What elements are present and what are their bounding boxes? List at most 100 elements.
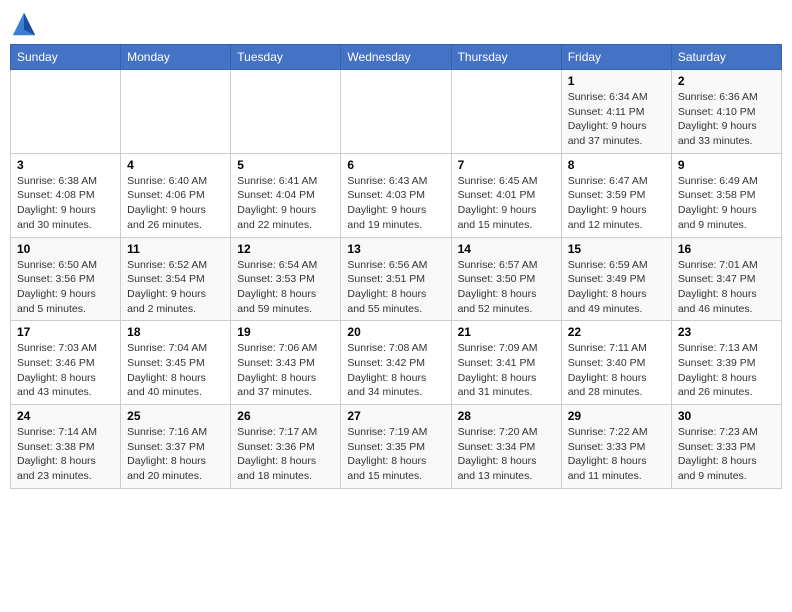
calendar-day-cell: 16Sunrise: 7:01 AM Sunset: 3:47 PM Dayli…: [671, 237, 781, 321]
day-number: 16: [678, 242, 775, 256]
calendar-week-row: 10 Sunrise: 6:50 AM Sunset: 3:56 PM Dayli…: [11, 237, 782, 321]
day-number: 4: [127, 158, 224, 172]
calendar-week-row: 1 Sunrise: 6:34 AM Sunset: 4:11 PM Daylig…: [11, 70, 782, 154]
day-number: 8: [568, 158, 665, 172]
day-number: 6: [347, 158, 444, 172]
day-number: 25: [127, 409, 224, 423]
calendar-day-cell: [231, 70, 341, 154]
day-info: Sunrise: 7:19 AM Sunset: 3:35 PM Dayligh…: [347, 425, 444, 484]
day-number: 26: [237, 409, 334, 423]
day-number: 9: [678, 158, 775, 172]
day-info: Sunrise: 7:14 AM Sunset: 3:38 PM Dayligh…: [17, 425, 114, 484]
calendar-week-row: 24 Sunrise: 7:14 AM Sunset: 3:38 PM Dayli…: [11, 405, 782, 489]
calendar-day-cell: 1 Sunrise: 6:34 AM Sunset: 4:11 PM Daylig…: [561, 70, 671, 154]
calendar-table: SundayMondayTuesdayWednesdayThursdayFrid…: [10, 44, 782, 489]
calendar-day-cell: 28 Sunrise: 7:20 AM Sunset: 3:34 PM Dayli…: [451, 405, 561, 489]
calendar-day-cell: [121, 70, 231, 154]
calendar-day-cell: 3 Sunrise: 6:38 AM Sunset: 4:08 PM Daylig…: [11, 153, 121, 237]
calendar-day-cell: 8 Sunrise: 6:47 AM Sunset: 3:59 PM Daylig…: [561, 153, 671, 237]
calendar-day-cell: 5 Sunrise: 6:41 AM Sunset: 4:04 PM Daylig…: [231, 153, 341, 237]
day-number: 23: [678, 325, 775, 339]
calendar-day-cell: [451, 70, 561, 154]
day-info: Sunrise: 6:59 AM Sunset: 3:49 PM Dayligh…: [568, 258, 665, 317]
weekday-header-cell: Thursday: [451, 45, 561, 70]
calendar-day-cell: 12Sunrise: 6:54 AM Sunset: 3:53 PM Dayli…: [231, 237, 341, 321]
weekday-header-cell: Saturday: [671, 45, 781, 70]
day-number: 30: [678, 409, 775, 423]
day-info: Sunrise: 7:22 AM Sunset: 3:33 PM Dayligh…: [568, 425, 665, 484]
day-info: Sunrise: 7:11 AM Sunset: 3:40 PM Dayligh…: [568, 341, 665, 400]
calendar-day-cell: 14Sunrise: 6:57 AM Sunset: 3:50 PM Dayli…: [451, 237, 561, 321]
day-info: Sunrise: 6:40 AM Sunset: 4:06 PM Dayligh…: [127, 174, 224, 233]
day-number: 3: [17, 158, 114, 172]
day-number: 1: [568, 74, 665, 88]
day-number: 15: [568, 242, 665, 256]
day-info: Sunrise: 6:56 AM Sunset: 3:51 PM Dayligh…: [347, 258, 444, 317]
calendar-body: 1 Sunrise: 6:34 AM Sunset: 4:11 PM Daylig…: [11, 70, 782, 489]
calendar-day-cell: 20 Sunrise: 7:08 AM Sunset: 3:42 PM Dayli…: [341, 321, 451, 405]
day-info: Sunrise: 6:49 AM Sunset: 3:58 PM Dayligh…: [678, 174, 775, 233]
day-info: Sunrise: 7:17 AM Sunset: 3:36 PM Dayligh…: [237, 425, 334, 484]
day-info: Sunrise: 7:06 AM Sunset: 3:43 PM Dayligh…: [237, 341, 334, 400]
day-number: 5: [237, 158, 334, 172]
calendar-day-cell: 26 Sunrise: 7:17 AM Sunset: 3:36 PM Dayli…: [231, 405, 341, 489]
day-info: Sunrise: 6:34 AM Sunset: 4:11 PM Dayligh…: [568, 90, 665, 149]
weekday-header-cell: Sunday: [11, 45, 121, 70]
weekday-header-cell: Monday: [121, 45, 231, 70]
day-number: 24: [17, 409, 114, 423]
calendar-day-cell: [11, 70, 121, 154]
calendar-day-cell: 7 Sunrise: 6:45 AM Sunset: 4:01 PM Daylig…: [451, 153, 561, 237]
day-info: Sunrise: 6:45 AM Sunset: 4:01 PM Dayligh…: [458, 174, 555, 233]
day-info: Sunrise: 6:47 AM Sunset: 3:59 PM Dayligh…: [568, 174, 665, 233]
weekday-header-cell: Tuesday: [231, 45, 341, 70]
calendar-day-cell: 6 Sunrise: 6:43 AM Sunset: 4:03 PM Daylig…: [341, 153, 451, 237]
logo: [10, 10, 42, 38]
calendar-day-cell: 2Sunrise: 6:36 AM Sunset: 4:10 PM Daylig…: [671, 70, 781, 154]
day-info: Sunrise: 7:09 AM Sunset: 3:41 PM Dayligh…: [458, 341, 555, 400]
calendar-day-cell: 19 Sunrise: 7:06 AM Sunset: 3:43 PM Dayli…: [231, 321, 341, 405]
day-number: 7: [458, 158, 555, 172]
day-number: 17: [17, 325, 114, 339]
calendar-day-cell: 15 Sunrise: 6:59 AM Sunset: 3:49 PM Dayli…: [561, 237, 671, 321]
calendar-day-cell: 4 Sunrise: 6:40 AM Sunset: 4:06 PM Daylig…: [121, 153, 231, 237]
day-number: 13: [347, 242, 444, 256]
day-number: 22: [568, 325, 665, 339]
calendar-day-cell: 24 Sunrise: 7:14 AM Sunset: 3:38 PM Dayli…: [11, 405, 121, 489]
day-info: Sunrise: 6:38 AM Sunset: 4:08 PM Dayligh…: [17, 174, 114, 233]
day-info: Sunrise: 6:50 AM Sunset: 3:56 PM Dayligh…: [17, 258, 114, 317]
day-number: 20: [347, 325, 444, 339]
day-number: 27: [347, 409, 444, 423]
day-info: Sunrise: 7:13 AM Sunset: 3:39 PM Dayligh…: [678, 341, 775, 400]
day-info: Sunrise: 6:36 AM Sunset: 4:10 PM Dayligh…: [678, 90, 775, 149]
day-info: Sunrise: 7:08 AM Sunset: 3:42 PM Dayligh…: [347, 341, 444, 400]
day-info: Sunrise: 7:16 AM Sunset: 3:37 PM Dayligh…: [127, 425, 224, 484]
calendar-day-cell: 29 Sunrise: 7:22 AM Sunset: 3:33 PM Dayli…: [561, 405, 671, 489]
calendar-day-cell: [341, 70, 451, 154]
weekday-header-cell: Friday: [561, 45, 671, 70]
day-number: 18: [127, 325, 224, 339]
weekday-header-cell: Wednesday: [341, 45, 451, 70]
calendar-day-cell: 22 Sunrise: 7:11 AM Sunset: 3:40 PM Dayli…: [561, 321, 671, 405]
day-number: 14: [458, 242, 555, 256]
day-info: Sunrise: 6:52 AM Sunset: 3:54 PM Dayligh…: [127, 258, 224, 317]
day-info: Sunrise: 7:23 AM Sunset: 3:33 PM Dayligh…: [678, 425, 775, 484]
calendar-day-cell: 21 Sunrise: 7:09 AM Sunset: 3:41 PM Dayli…: [451, 321, 561, 405]
calendar-day-cell: 23 Sunrise: 7:13 AM Sunset: 3:39 PM Dayli…: [671, 321, 781, 405]
day-number: 28: [458, 409, 555, 423]
day-number: 21: [458, 325, 555, 339]
calendar-day-cell: 13 Sunrise: 6:56 AM Sunset: 3:51 PM Dayli…: [341, 237, 451, 321]
calendar-day-cell: 30 Sunrise: 7:23 AM Sunset: 3:33 PM Dayli…: [671, 405, 781, 489]
day-info: Sunrise: 6:43 AM Sunset: 4:03 PM Dayligh…: [347, 174, 444, 233]
calendar-day-cell: 17 Sunrise: 7:03 AM Sunset: 3:46 PM Dayli…: [11, 321, 121, 405]
day-info: Sunrise: 7:03 AM Sunset: 3:46 PM Dayligh…: [17, 341, 114, 400]
day-number: 10: [17, 242, 114, 256]
calendar-day-cell: 11Sunrise: 6:52 AM Sunset: 3:54 PM Dayli…: [121, 237, 231, 321]
day-number: 19: [237, 325, 334, 339]
day-info: Sunrise: 7:20 AM Sunset: 3:34 PM Dayligh…: [458, 425, 555, 484]
header: [10, 10, 782, 38]
day-number: 29: [568, 409, 665, 423]
day-number: 12: [237, 242, 334, 256]
calendar-day-cell: 9 Sunrise: 6:49 AM Sunset: 3:58 PM Daylig…: [671, 153, 781, 237]
day-info: Sunrise: 6:41 AM Sunset: 4:04 PM Dayligh…: [237, 174, 334, 233]
calendar-day-cell: 18Sunrise: 7:04 AM Sunset: 3:45 PM Dayli…: [121, 321, 231, 405]
